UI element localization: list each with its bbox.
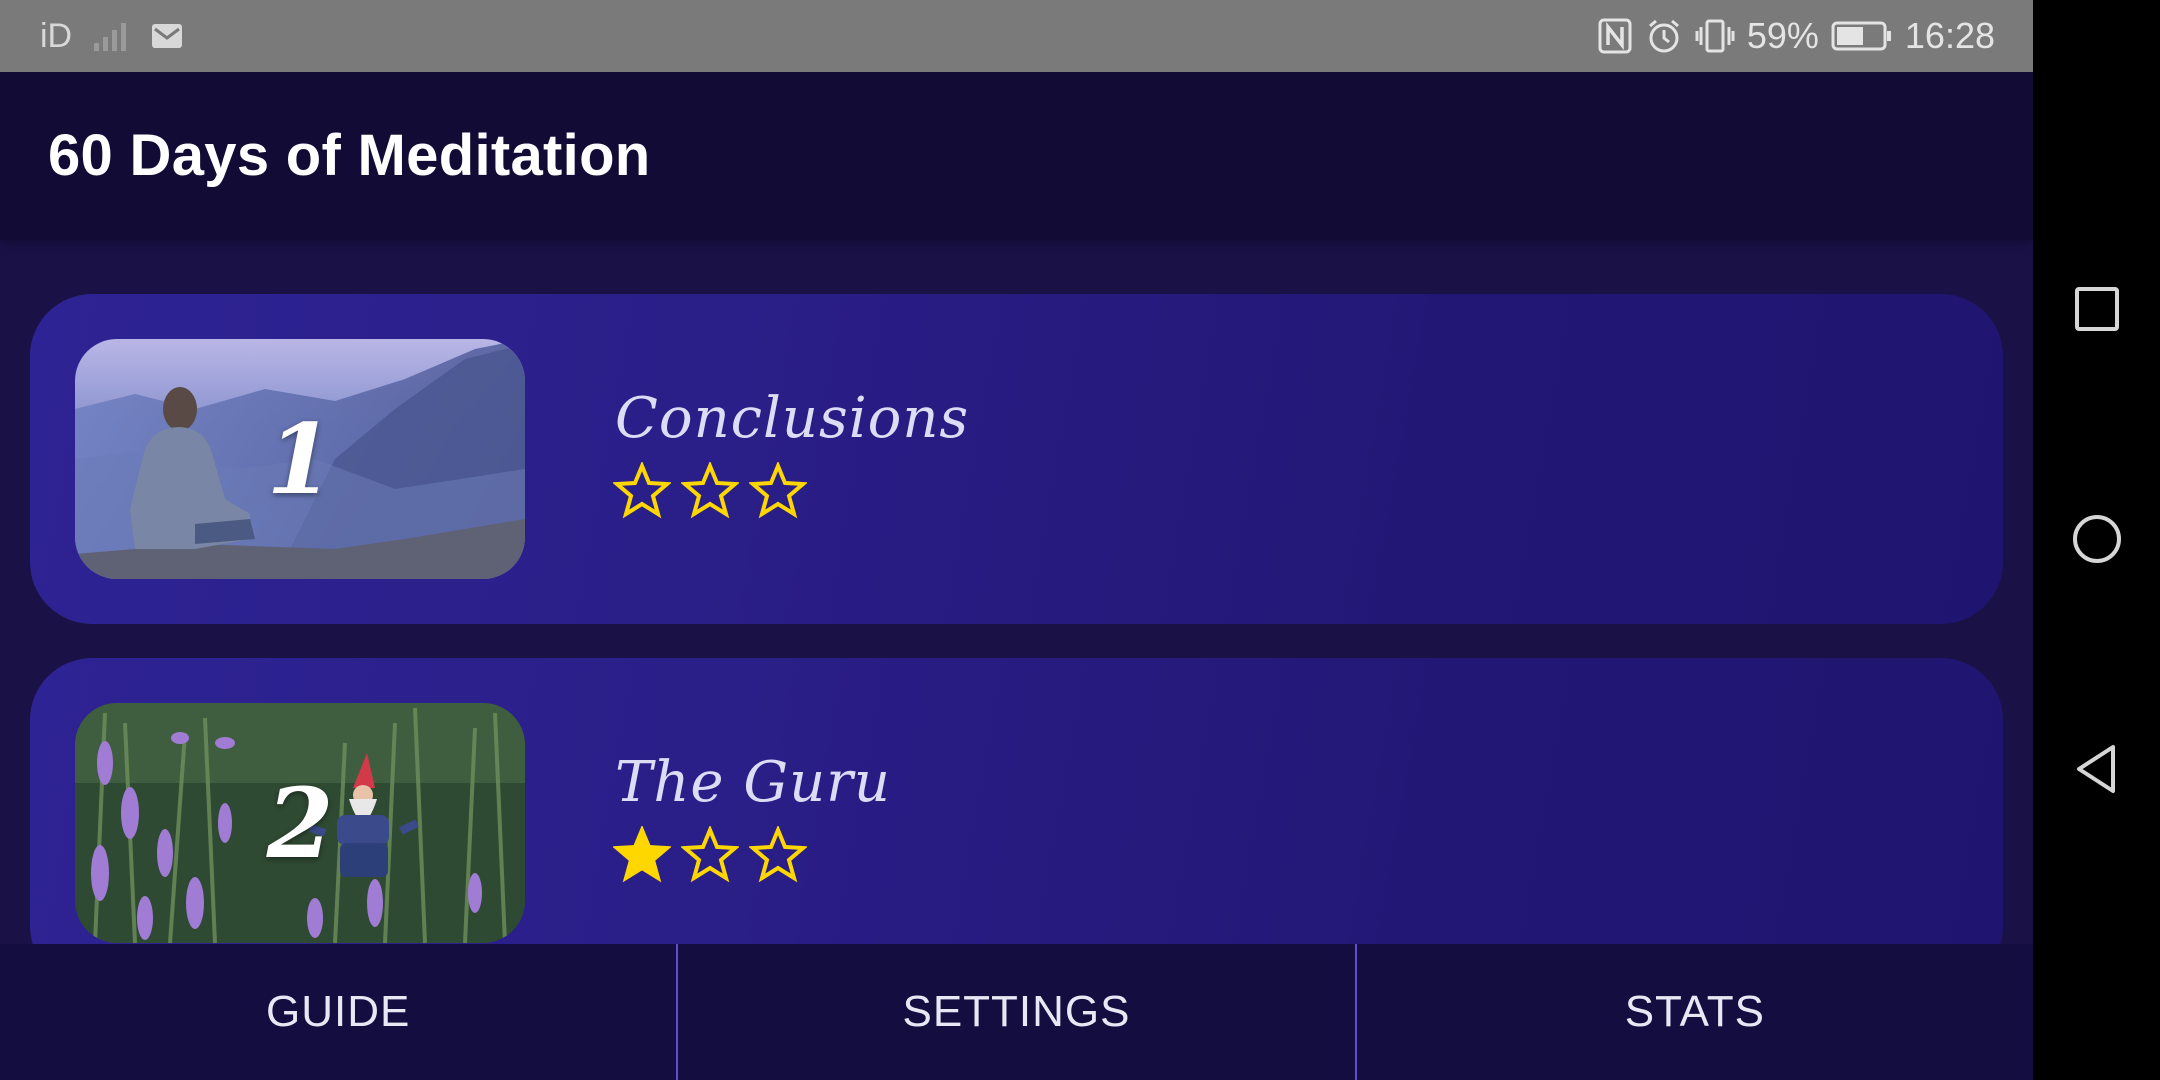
level-2-thumbnail: 2 (75, 703, 525, 943)
bottom-nav: GUIDE SETTINGS STATS (0, 944, 2033, 1080)
signal-icon (94, 23, 127, 51)
recents-icon[interactable] (2069, 281, 2125, 337)
mail-icon (152, 24, 183, 48)
clock: 16:28 (1904, 15, 1995, 56)
star-outline-icon (749, 462, 807, 519)
alarm-icon (1648, 19, 1679, 53)
app-screen: 60 Days of Meditation 1 Conclusions 2 Th… (0, 72, 2033, 1080)
nfc-icon (1598, 18, 1632, 54)
page-title: 60 Days of Meditation (48, 123, 651, 188)
level-1-number: 1 (266, 402, 334, 516)
level-2-number: 2 (266, 766, 334, 880)
level-list[interactable]: 1 Conclusions 2 The Guru (0, 240, 2033, 1016)
status-right: 59% 16:28 (1597, 0, 1995, 72)
settings-button[interactable]: SETTINGS (678, 944, 1354, 1080)
status-left: iD (40, 0, 184, 72)
level-2-title: The Guru (615, 750, 891, 815)
level-1-title: Conclusions (615, 386, 970, 451)
level-1-stars (613, 462, 807, 520)
stats-button[interactable]: STATS (1357, 944, 2033, 1080)
level-card-1[interactable]: 1 Conclusions (30, 294, 2003, 624)
star-outline-icon (681, 826, 739, 883)
home-icon[interactable] (2069, 511, 2125, 567)
star-outline-icon (681, 462, 739, 519)
star-outline-icon (613, 462, 671, 519)
level-1-thumbnail: 1 (75, 339, 525, 579)
battery-icon (1831, 21, 1891, 51)
vibrate-icon (1695, 19, 1735, 53)
battery-percent: 59% (1746, 15, 1819, 56)
star-filled-icon (613, 826, 671, 883)
status-bar: iD 59% 16:28 (0, 0, 2033, 72)
back-icon[interactable] (2069, 741, 2125, 797)
star-outline-icon (749, 826, 807, 883)
app-header: 60 Days of Meditation (0, 72, 2033, 240)
level-2-stars (613, 826, 807, 884)
system-nav-bar (2033, 0, 2160, 1080)
carrier-label: iD (40, 16, 73, 55)
guide-button[interactable]: GUIDE (0, 944, 676, 1080)
level-card-2[interactable]: 2 The Guru (30, 658, 2003, 988)
